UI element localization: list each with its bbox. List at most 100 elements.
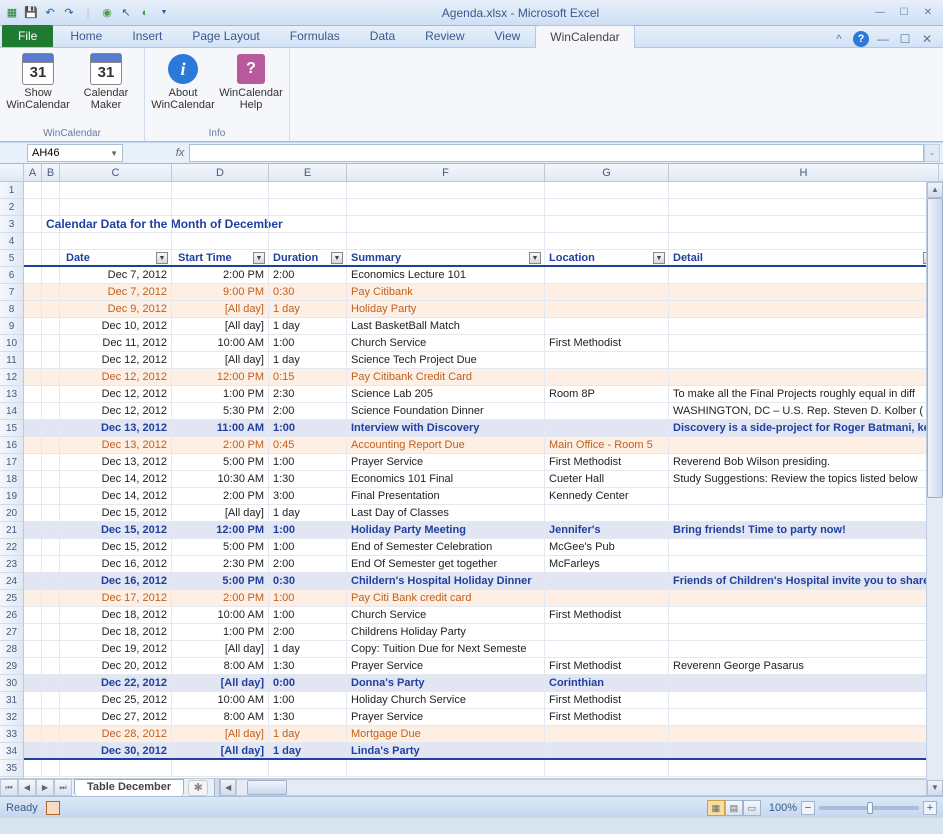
cell[interactable]	[269, 233, 347, 249]
row-header[interactable]: 29	[0, 658, 23, 675]
grid-row[interactable]: Dec 10, 2012[All day]1 dayLast BasketBal…	[24, 318, 943, 335]
cell[interactable]	[669, 199, 939, 215]
cell[interactable]	[669, 182, 939, 198]
cell[interactable]: Friends of Children's Hospital invite yo…	[669, 573, 939, 589]
new-sheet-icon[interactable]: ✱	[188, 780, 208, 796]
cell[interactable]: 0:00	[269, 675, 347, 691]
file-tab[interactable]: File	[2, 25, 53, 47]
cell[interactable]	[42, 556, 60, 572]
row-header[interactable]: 22	[0, 539, 23, 556]
cell[interactable]: First Methodist	[545, 658, 669, 674]
cell[interactable]	[545, 420, 669, 436]
cell[interactable]	[42, 301, 60, 317]
cell[interactable]	[669, 743, 939, 758]
cell[interactable]	[42, 726, 60, 742]
cell[interactable]: 2:00 PM	[172, 590, 269, 606]
header-cell[interactable]: Date▼	[60, 250, 172, 265]
cell[interactable]: 0:30	[269, 284, 347, 300]
cell[interactable]	[669, 556, 939, 572]
vscroll-thumb[interactable]	[927, 198, 943, 498]
cell[interactable]: 2:00	[269, 624, 347, 640]
cell[interactable]	[60, 216, 172, 232]
cell[interactable]	[669, 335, 939, 351]
cell[interactable]	[60, 233, 172, 249]
cell[interactable]	[545, 624, 669, 640]
grid-row[interactable]: Dec 12, 2012[All day]1 dayScience Tech P…	[24, 352, 943, 369]
scroll-up-icon[interactable]: ▲	[927, 182, 943, 198]
row-header[interactable]: 31	[0, 692, 23, 709]
grid-row[interactable]: Dec 15, 201212:00 PM1:00Holiday Party Me…	[24, 522, 943, 539]
cell[interactable]: Holiday Party Meeting	[347, 522, 545, 538]
cell[interactable]: [All day]	[172, 726, 269, 742]
about-wincalendar-button[interactable]: About WinCalendar	[151, 50, 215, 114]
cell[interactable]	[24, 454, 42, 470]
grid-row[interactable]: Dec 28, 2012[All day]1 dayMortgage Due	[24, 726, 943, 743]
cell[interactable]: McFarleys	[545, 556, 669, 572]
cell[interactable]: Science Lab 205	[347, 386, 545, 402]
cell[interactable]	[669, 590, 939, 606]
cell[interactable]: 1:00 PM	[172, 386, 269, 402]
row-header[interactable]: 4	[0, 233, 23, 250]
cell[interactable]	[42, 692, 60, 708]
cell[interactable]: 2:30	[269, 386, 347, 402]
grid-row[interactable]: Dec 13, 20122:00 PM0:45Accounting Report…	[24, 437, 943, 454]
cell[interactable]: Prayer Service	[347, 454, 545, 470]
cell[interactable]: 10:00 AM	[172, 335, 269, 351]
row-header[interactable]: 8	[0, 301, 23, 318]
cell[interactable]	[545, 760, 669, 776]
cell[interactable]	[24, 369, 42, 385]
col-header[interactable]: G	[545, 164, 669, 181]
cell[interactable]	[24, 624, 42, 640]
filter-dropdown-icon[interactable]: ▼	[156, 252, 168, 264]
cell[interactable]	[42, 284, 60, 300]
cell[interactable]	[24, 726, 42, 742]
cell[interactable]: Mortgage Due	[347, 726, 545, 742]
row-header[interactable]: 27	[0, 624, 23, 641]
grid-row[interactable]: Dec 16, 20122:30 PM2:00End Of Semester g…	[24, 556, 943, 573]
grid-row[interactable]: Dec 12, 20125:30 PM2:00Science Foundatio…	[24, 403, 943, 420]
col-header[interactable]: F	[347, 164, 545, 181]
cell[interactable]	[42, 539, 60, 555]
cell[interactable]: 8:00 AM	[172, 658, 269, 674]
cell[interactable]: Dec 9, 2012	[60, 301, 172, 317]
cell[interactable]	[24, 658, 42, 674]
cell[interactable]: Pay Citibank	[347, 284, 545, 300]
cell[interactable]	[42, 675, 60, 691]
cell[interactable]	[669, 675, 939, 691]
col-header[interactable]: C	[60, 164, 172, 181]
cell[interactable]: Dec 15, 2012	[60, 539, 172, 555]
grid-row[interactable]: Dec 19, 2012[All day]1 dayCopy: Tuition …	[24, 641, 943, 658]
cell[interactable]: First Methodist	[545, 709, 669, 725]
row-header[interactable]: 18	[0, 471, 23, 488]
cell[interactable]: 9:00 PM	[172, 284, 269, 300]
cell[interactable]	[24, 709, 42, 725]
cell[interactable]: Discovery is a side-project for Roger Ba…	[669, 420, 939, 436]
cell[interactable]	[24, 675, 42, 691]
cell[interactable]: Dec 7, 2012	[60, 284, 172, 300]
cell[interactable]	[669, 641, 939, 657]
cell[interactable]	[669, 352, 939, 368]
cell[interactable]	[24, 556, 42, 572]
cell[interactable]	[669, 726, 939, 742]
cell[interactable]	[669, 624, 939, 640]
cell[interactable]: Dec 11, 2012	[60, 335, 172, 351]
undo-icon[interactable]: ↶	[42, 5, 58, 21]
cell[interactable]: Main Office - Room 5	[545, 437, 669, 453]
grid-row[interactable]: Dec 12, 201212:00 PM0:15Pay Citibank Cre…	[24, 369, 943, 386]
zoom-out-button[interactable]: −	[801, 801, 815, 815]
cell[interactable]: Dec 22, 2012	[60, 675, 172, 691]
workbook-close-icon[interactable]: ✕	[919, 31, 935, 47]
row-header[interactable]: 35	[0, 760, 23, 777]
cell[interactable]: 1:00	[269, 692, 347, 708]
grid-row[interactable]: Dec 22, 2012[All day]0:00Donna's PartyCo…	[24, 675, 943, 692]
col-header[interactable]: D	[172, 164, 269, 181]
cell[interactable]	[24, 505, 42, 521]
cell[interactable]	[545, 403, 669, 419]
cell[interactable]: Dec 15, 2012	[60, 505, 172, 521]
cell[interactable]: 10:00 AM	[172, 607, 269, 623]
cell[interactable]	[669, 284, 939, 300]
sheet-nav-last-icon[interactable]: ⏭	[54, 779, 72, 796]
tab-view[interactable]: View	[480, 24, 536, 47]
cell[interactable]: Calendar Data for the Month of December	[42, 216, 60, 232]
filter-dropdown-icon[interactable]: ▼	[653, 252, 665, 264]
